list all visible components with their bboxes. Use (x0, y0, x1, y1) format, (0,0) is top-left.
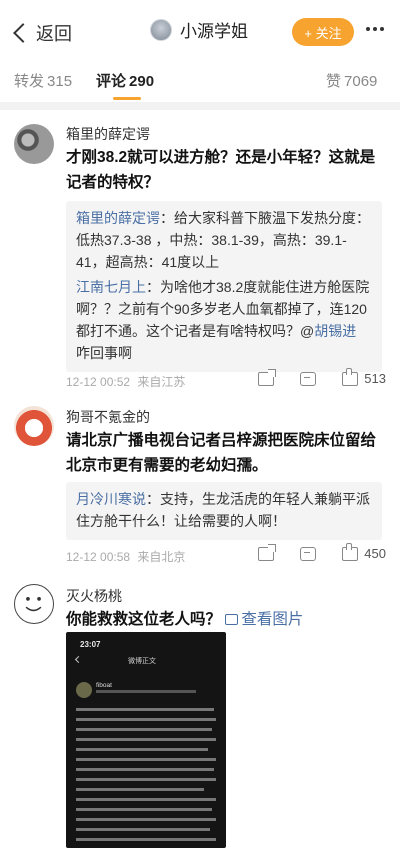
reply-box[interactable]: 箱里的薛定谔：给大家科普下腋温下发热分度：低热37.3-38 ，中热：38.1-… (66, 201, 382, 372)
tab-count: 315 (47, 73, 73, 90)
tab-label: 评论 (96, 73, 127, 90)
image-text-line (76, 758, 216, 761)
tab-likes[interactable]: 赞 7069 (326, 70, 377, 91)
avatar[interactable] (14, 406, 54, 446)
attached-image[interactable]: 23:07 微博正文 fiboat (66, 632, 226, 848)
like-count: 450 (364, 546, 386, 561)
page-title: 小源学姐 (180, 22, 248, 41)
divider (0, 102, 400, 110)
image-text-line (76, 798, 216, 801)
image-subline (96, 690, 196, 693)
top-bar: 返回 小源学姐 + 关注 (0, 0, 400, 60)
avatar[interactable] (150, 18, 172, 41)
tab-label: 转发 (14, 73, 45, 90)
reply-author[interactable]: 江南七月上 (76, 279, 146, 295)
image-text-line (76, 778, 216, 781)
image-text-line (76, 718, 216, 721)
tab-label: 赞 (326, 73, 342, 90)
like-icon[interactable] (342, 367, 359, 386)
reply-author[interactable]: 箱里的薛定谔 (76, 210, 160, 226)
comment-meta: 12-12 00:58 来自北京 (66, 548, 185, 565)
mention-link[interactable]: 胡锡进 (314, 323, 356, 339)
comment-actions: 450 (232, 542, 386, 561)
avatar[interactable] (14, 584, 54, 624)
reply-item: 江南七月上：为啥他才38.2度就能住进方舱医院啊？？之前有个90多岁老人血氧都掉… (76, 276, 372, 364)
image-text-line (76, 808, 212, 811)
like-count: 513 (364, 371, 386, 386)
image-text-line (76, 768, 214, 771)
comment-author[interactable]: 箱里的薛定谔 (66, 124, 150, 144)
reply-text-tail: 咋回事啊 (76, 345, 132, 361)
image-text-line (76, 708, 214, 711)
image-text-line (76, 818, 216, 821)
view-image-label: 查看图片 (241, 611, 304, 628)
tab-comments[interactable]: 评论 290 (96, 70, 154, 91)
comment-author[interactable]: 狗哥不氪金的 (66, 407, 150, 427)
comment-source: 来自北京 (137, 550, 186, 564)
reply-item: 箱里的薛定谔：给大家科普下腋温下发热分度：低热37.3-38 ，中热：38.1-… (76, 207, 372, 273)
image-text-line (76, 748, 208, 751)
comment-text: 请北京广播电视台记者吕梓源把医院床位留给北京市更有需要的老幼妇孺。 (66, 432, 377, 474)
tab-count: 290 (129, 73, 155, 90)
reply-author[interactable]: 月冷川寒说 (76, 491, 146, 507)
image-back-icon (74, 655, 83, 664)
smiley-icon (25, 597, 42, 612)
reply-box[interactable]: 月冷川寒说：支持，生龙活虎的年轻人兼躺平派住方舱干什么！让给需要的人啊！ (66, 482, 382, 540)
tab-bar: 转发 315 评论 290 赞 7069 (0, 60, 400, 102)
tab-reposts[interactable]: 转发 315 (14, 70, 72, 91)
image-status-time: 23:07 (80, 640, 101, 649)
tab-active-indicator (113, 97, 141, 100)
comment-icon[interactable] (300, 371, 317, 386)
reply-item: 月冷川寒说：支持，生龙活虎的年轻人兼躺平派住方舱干什么！让给需要的人啊！ (76, 488, 372, 532)
more-icon[interactable] (366, 27, 384, 31)
share-icon[interactable] (258, 368, 277, 386)
image-icon (225, 614, 239, 625)
tab-count: 7069 (344, 73, 378, 90)
comment-author[interactable]: 灭火杨桃 (66, 586, 122, 606)
image-user: fiboat (96, 682, 112, 689)
avatar[interactable] (14, 124, 54, 164)
image-text-line (76, 738, 216, 741)
image-title: 微博正文 (128, 658, 156, 665)
comment-actions: 513 (232, 367, 386, 386)
image-text-line (76, 788, 204, 791)
comment-text-row: 你能救救这位老人吗？ 查看图片 (66, 607, 386, 632)
comment-time: 12-12 00:52 (66, 375, 131, 389)
back-button[interactable]: 返回 (10, 20, 72, 46)
comment-icon[interactable] (300, 546, 317, 561)
comment-meta: 12-12 00:52 来自江苏 (66, 373, 185, 390)
comment-time: 12-12 00:58 (66, 550, 131, 564)
comment-text: 才刚38.2就可以进方舱？还是小年轻？这就是记者的特权？ (66, 149, 376, 191)
comment-source: 来自江苏 (137, 375, 186, 389)
page-title-group[interactable]: 小源学姐 (150, 17, 248, 42)
image-avatar (76, 682, 92, 698)
follow-button[interactable]: + 关注 (292, 18, 354, 46)
image-text-line (76, 828, 210, 831)
back-label: 返回 (36, 24, 72, 44)
share-icon[interactable] (258, 543, 277, 561)
like-icon[interactable] (342, 542, 359, 561)
image-text-line (76, 728, 212, 731)
image-text-line (76, 838, 216, 841)
comment-text: 你能救救这位老人吗？ (66, 611, 222, 628)
view-image-link[interactable]: 查看图片 (225, 611, 303, 628)
chevron-left-icon (13, 23, 33, 43)
